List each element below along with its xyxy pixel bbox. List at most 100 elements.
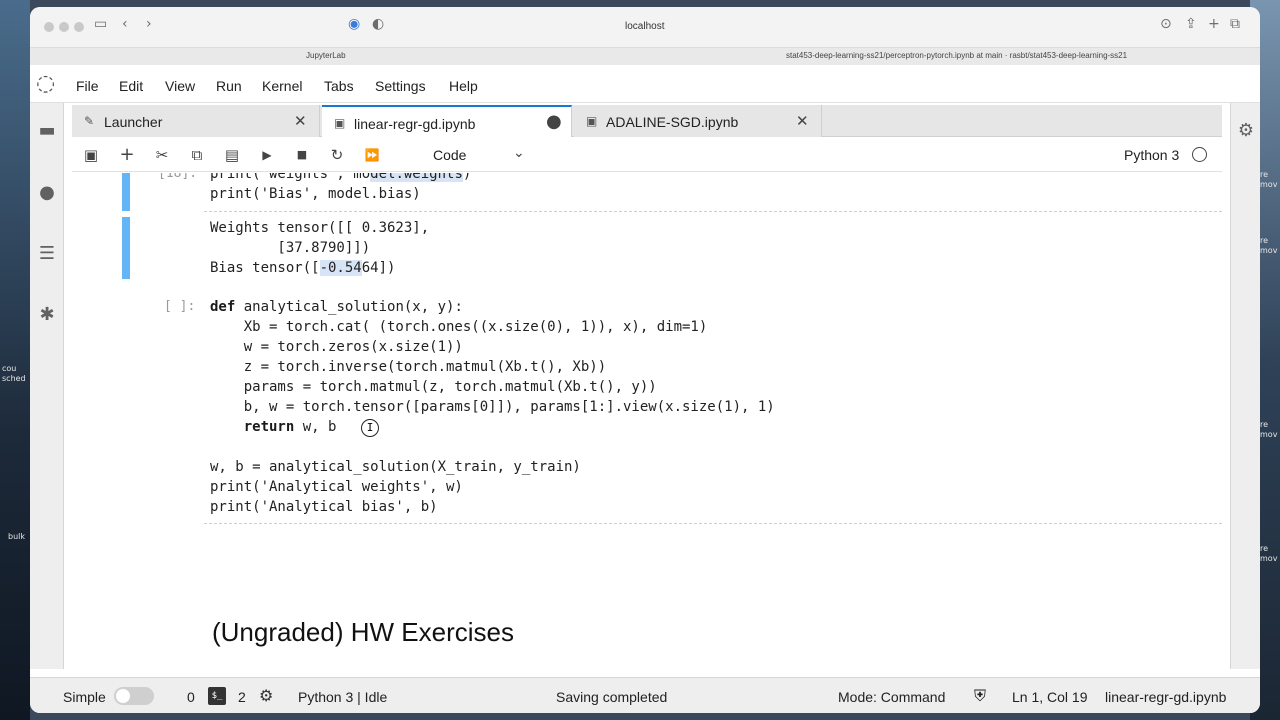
trusted-shield-icon[interactable]: ⛨	[974, 686, 986, 706]
cell-prompt: [18]:	[158, 173, 198, 181]
tab-label: linear-regr-gd.ipynb	[354, 116, 476, 132]
browser-tab-row: JupyterLab stat453-deep-learning-ss21/pe…	[30, 47, 1260, 65]
kernel-count[interactable]: 2	[238, 689, 246, 705]
table-of-contents-icon[interactable]: ☰	[37, 244, 57, 264]
launcher-icon: ✎	[84, 114, 95, 128]
menu-tabs[interactable]: Tabs	[324, 78, 354, 94]
code-line: print('Bias', model.bias)	[210, 186, 421, 202]
notebook-mode[interactable]: Mode: Command	[838, 689, 945, 705]
kernel-idle-icon	[1192, 147, 1207, 162]
forward-icon[interactable]: ›	[146, 16, 152, 32]
simple-mode-label: Simple	[63, 689, 106, 705]
notebook-icon: ▣	[586, 114, 598, 128]
code-line[interactable]: Xb = torch.cat( (torch.ones((x.size(0), …	[210, 319, 708, 335]
chevron-down-icon[interactable]: ⌄	[513, 145, 525, 161]
simple-mode-toggle[interactable]	[114, 687, 154, 705]
stop-icon[interactable]: ■	[293, 146, 311, 164]
desktop-label: re	[1260, 420, 1269, 429]
save-icon[interactable]: ▣	[82, 146, 100, 164]
code-line[interactable]: w = torch.zeros(x.size(1))	[210, 339, 463, 355]
desktop-label: mov	[1260, 430, 1278, 439]
cut-icon[interactable]: ✂	[153, 146, 171, 164]
code-line[interactable]: w, b = analytical_solution(X_train, y_tr…	[210, 459, 581, 475]
status-bar: Simple 0 $_ 2 ⚙ Python 3 | Idle Saving c…	[30, 677, 1260, 713]
kernel-sessions-icon[interactable]: ⚙	[259, 686, 273, 705]
cell-divider	[204, 211, 1222, 212]
run-all-icon[interactable]: ⏩	[363, 146, 381, 164]
copy-icon[interactable]: ⧉	[188, 146, 206, 164]
run-icon[interactable]: ▶	[258, 146, 276, 164]
desktop-label: cou	[2, 364, 17, 373]
status-filename[interactable]: linear-regr-gd.ipynb	[1105, 689, 1226, 705]
cursor-position[interactable]: Ln 1, Col 19	[1012, 689, 1088, 705]
kernel-status[interactable]: Python 3 | Idle	[298, 689, 387, 705]
notebook-icon: ▣	[334, 116, 346, 130]
browser-window: ▭ ‹ › ◉ ◐ localhost ⊙ ⇪ + ⧉ JupyterLab s…	[30, 7, 1260, 713]
desktop-label: re	[1260, 170, 1269, 179]
menu-kernel[interactable]: Kernel	[262, 78, 302, 94]
menu-file[interactable]: File	[76, 78, 99, 94]
menu-run[interactable]: Run	[216, 78, 242, 94]
cell-collapser[interactable]	[122, 173, 130, 211]
running-kernels-icon[interactable]: ●	[37, 183, 57, 203]
tab-label: Launcher	[104, 114, 163, 130]
code-line[interactable]: z = torch.inverse(torch.matmul(Xb.t(), X…	[210, 359, 606, 375]
output-line: Bias tensor([-0.5464])	[210, 260, 396, 276]
output-line: Weights tensor([[ 0.3623],	[210, 220, 430, 236]
insert-cell-icon[interactable]: +	[118, 146, 136, 164]
desktop-label: sched	[2, 374, 26, 383]
extensions-icon[interactable]: ✱	[37, 305, 57, 325]
menu-help[interactable]: Help	[449, 78, 478, 94]
tab-adaline-sgd[interactable]: ▣ ADALINE-SGD.ipynb ✕	[574, 105, 822, 137]
privacy-icon[interactable]: ◉	[348, 16, 360, 32]
desktop-left-strip	[0, 0, 30, 720]
menu-view[interactable]: View	[165, 78, 195, 94]
desktop-label: re	[1260, 236, 1269, 245]
close-icon[interactable]: ✕	[294, 112, 307, 130]
back-icon[interactable]: ‹	[122, 16, 128, 32]
minimize-window-button[interactable]	[59, 22, 69, 32]
notebook-panel[interactable]: [18]: print('weights', model.weights) pr…	[72, 173, 1222, 669]
folder-icon[interactable]: ▬	[37, 121, 57, 141]
property-inspector-icon[interactable]: ⚙	[1236, 121, 1256, 141]
output-collapser[interactable]	[122, 217, 130, 279]
terminal-icon[interactable]: $_	[208, 687, 226, 705]
jupyter-menubar: ◌ File Edit View Run Kernel Tabs Setting…	[30, 65, 1260, 103]
browser-titlebar: ▭ ‹ › ◉ ◐ localhost ⊙ ⇪ + ⧉	[30, 7, 1260, 47]
browser-tab-github[interactable]: stat453-deep-learning-ss21/perceptron-py…	[786, 51, 1127, 60]
close-window-button[interactable]	[44, 22, 54, 32]
address-bar[interactable]: localhost	[625, 21, 664, 32]
menu-edit[interactable]: Edit	[119, 78, 143, 94]
code-line[interactable]: params = torch.matmul(z, torch.matmul(Xb…	[210, 379, 657, 395]
right-sidebar: ⚙	[1230, 103, 1260, 669]
download-icon[interactable]: ⊙	[1160, 16, 1172, 32]
terminal-count[interactable]: 0	[187, 689, 195, 705]
menu-settings[interactable]: Settings	[375, 78, 426, 94]
cell-type-select[interactable]: Code	[433, 147, 466, 163]
code-line: print('weights', model.weights)	[210, 173, 471, 182]
close-icon[interactable]: ✕	[796, 112, 809, 130]
tab-launcher[interactable]: ✎ Launcher ✕	[72, 105, 320, 137]
code-line[interactable]: b, w = torch.tensor([params[0]]), params…	[210, 399, 775, 415]
text-cursor-icon: I	[361, 419, 379, 437]
cell-divider	[204, 523, 1222, 524]
shield-icon[interactable]: ◐	[372, 16, 384, 32]
code-line[interactable]: print('Analytical weights', w)	[210, 479, 463, 495]
browser-tab-jupyterlab[interactable]: JupyterLab	[306, 51, 346, 60]
tab-linear-regr-gd[interactable]: ▣ linear-regr-gd.ipynb ●	[322, 105, 572, 137]
unsaved-dot-icon[interactable]: ●	[546, 111, 562, 132]
zoom-window-button[interactable]	[74, 22, 84, 32]
code-line[interactable]: return w, b	[210, 419, 345, 435]
paste-icon[interactable]: ▤	[223, 146, 241, 164]
sidebar-toggle-icon[interactable]: ▭	[94, 16, 107, 32]
restart-icon[interactable]: ↻	[328, 146, 346, 164]
share-icon[interactable]: ⇪	[1185, 16, 1197, 32]
code-line[interactable]: def analytical_solution(x, y):	[210, 299, 463, 315]
new-tab-icon[interactable]: +	[1208, 16, 1220, 32]
code-line[interactable]: print('Analytical bias', b)	[210, 499, 438, 515]
tab-overview-icon[interactable]: ⧉	[1230, 16, 1240, 32]
kernel-name[interactable]: Python 3	[1124, 147, 1179, 163]
cell-prompt: [ ]:	[164, 299, 196, 314]
tab-label: ADALINE-SGD.ipynb	[606, 114, 739, 130]
desktop-label: mov	[1260, 180, 1278, 189]
